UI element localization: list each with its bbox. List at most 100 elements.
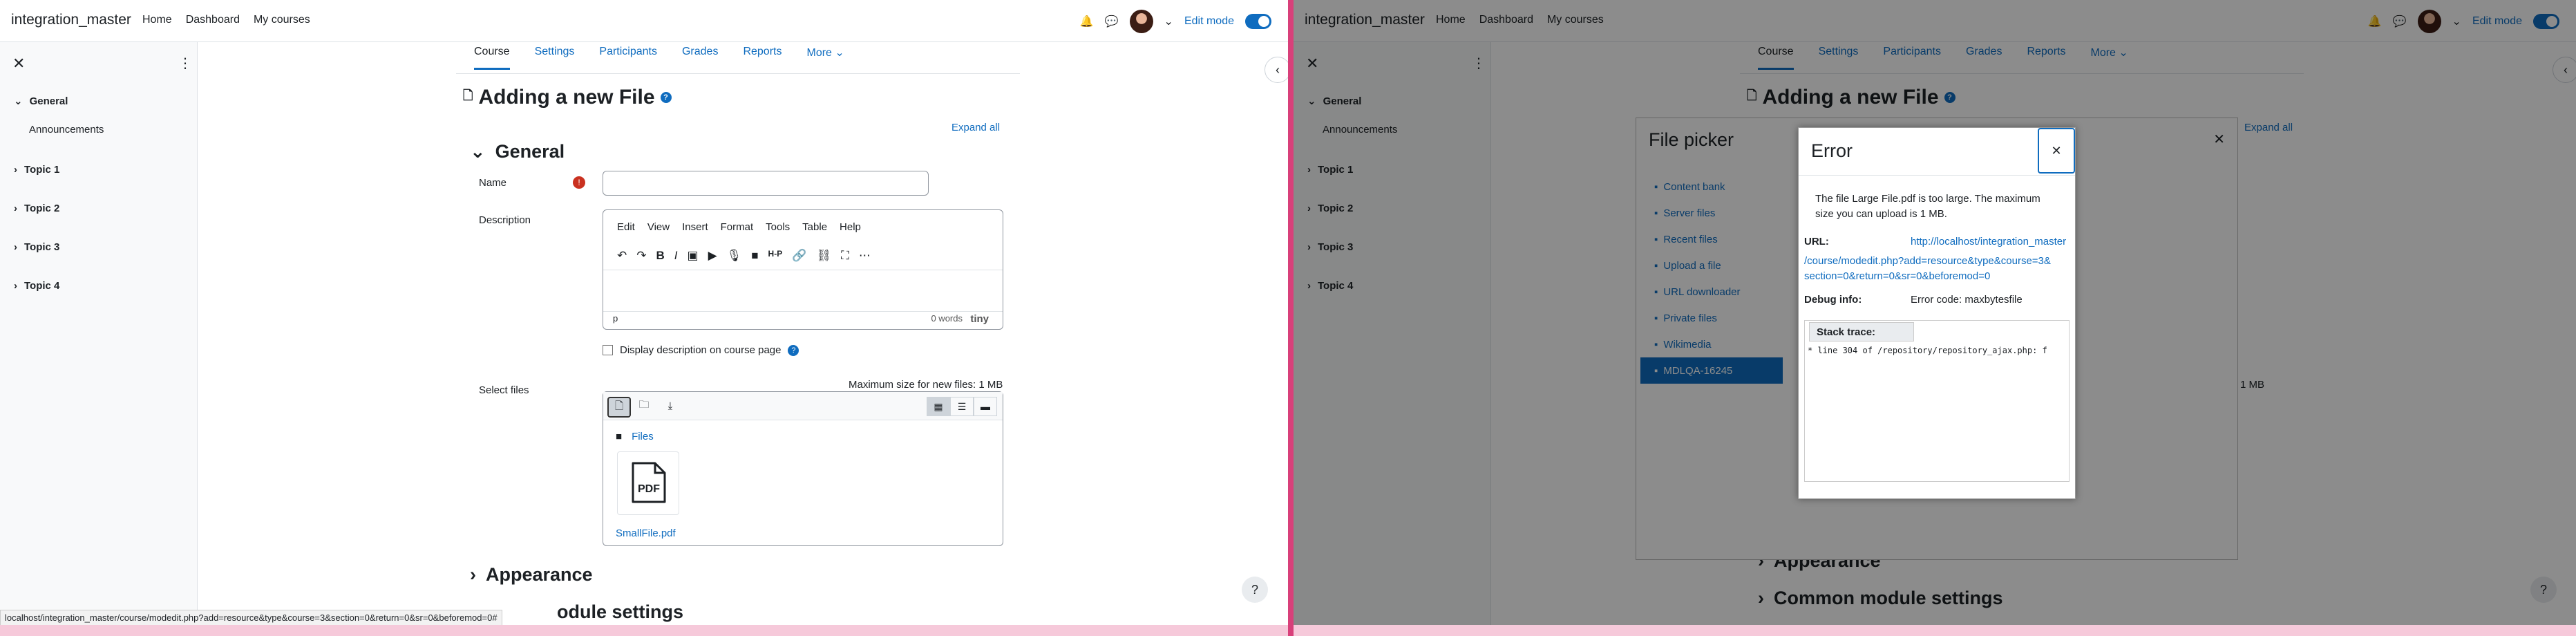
description-editor[interactable]: Edit View Insert Format Tools Table Help… [603, 209, 1003, 330]
edit-mode-toggle[interactable] [1245, 14, 1271, 29]
stack-trace-box[interactable]: Stack trace: * line 304 of /repository/r… [1804, 320, 2070, 482]
navbar-right: 🔔 💬 ⌄ Edit mode [1080, 10, 1271, 33]
course-index-section-topic-4[interactable]: › Topic 4 [14, 280, 59, 292]
name-input[interactable] [603, 171, 929, 196]
video-icon[interactable]: ■ [751, 249, 758, 263]
course-index-item-announcements[interactable]: Announcements [29, 124, 104, 135]
editor-menu-table[interactable]: Table [802, 221, 827, 233]
pdf-icon: PDF [632, 462, 666, 503]
chevron-right-icon: › [14, 203, 17, 214]
italic-icon[interactable]: I [674, 249, 678, 263]
status-bar-url: localhost/integration_master/course/mode… [0, 610, 502, 625]
tab-grades[interactable]: Grades [682, 46, 718, 70]
bold-icon[interactable]: B [656, 249, 665, 263]
edit-mode-label: Edit mode [1184, 15, 1234, 27]
download-icon[interactable]: ⤓ [660, 397, 681, 415]
close-icon[interactable]: ✕ [12, 55, 25, 73]
nav-my-courses[interactable]: My courses [254, 14, 310, 26]
expand-all-link[interactable]: Expand all [951, 122, 1000, 133]
right-browser-pane: integration_master Home Dashboard My cou… [1294, 0, 2576, 625]
error-title: Error [1811, 140, 1853, 161]
stack-trace-line: * line 304 of /repository/repository_aja… [1808, 346, 2047, 355]
pdf-file-icon[interactable]: PDF [617, 451, 679, 515]
debug-info-label: Debug info: [1804, 294, 1862, 306]
more-icon[interactable]: ⋯ [859, 249, 871, 263]
help-icon[interactable]: ? [788, 344, 799, 356]
file-icon: 🗋 [463, 88, 473, 102]
description-label: Description [479, 214, 531, 226]
chevron-down-icon[interactable]: ⌄ [1164, 15, 1173, 28]
editor-menu-view[interactable]: View [647, 221, 670, 233]
tab-reports[interactable]: Reports [743, 46, 782, 70]
editor-menu-tools[interactable]: Tools [766, 221, 790, 233]
editor-menu-help[interactable]: Help [840, 221, 861, 233]
section-common-settings-header[interactable]: odule settings [557, 601, 683, 623]
site-name[interactable]: integration_master [11, 12, 131, 28]
name-label: Name [479, 177, 507, 189]
kebab-menu-icon[interactable]: ⋮ [178, 55, 192, 72]
tabs-underline [456, 73, 1020, 74]
nav-home[interactable]: Home [142, 14, 172, 26]
bell-icon[interactable]: 🔔 [1080, 15, 1094, 28]
microphone-icon[interactable]: 🎙 [727, 249, 742, 263]
tree-view-icon[interactable]: ▬ [974, 397, 997, 416]
editor-toolbar: ↶ ↷ B I ▣ ▶ 🎙 ■ H-P 🔗 ⛓ ⛶ ⋯ [617, 249, 871, 263]
primary-navigation: Home Dashboard My courses [142, 14, 310, 26]
redo-icon[interactable]: ↷ [636, 249, 646, 263]
user-avatar[interactable] [1129, 10, 1153, 33]
fullscreen-icon[interactable]: ⛶ [841, 249, 849, 263]
required-icon: ! [573, 176, 585, 189]
error-close-button[interactable]: ✕ [2038, 128, 2075, 174]
chevron-down-icon: ⌄ [14, 95, 23, 107]
error-url-line-3[interactable]: section=0&return=0&sr=0&beforemod=0 [1804, 270, 1990, 282]
messages-icon[interactable]: 💬 [1105, 15, 1119, 28]
icon-view-icon[interactable]: ▦ [927, 397, 950, 416]
help-icon[interactable]: ? [660, 92, 672, 103]
section-general-header[interactable]: ⌄ General [470, 141, 565, 162]
error-dialog-header: Error ✕ [1799, 128, 2075, 176]
error-url-line-1[interactable]: http://localhost/integration_master [1911, 236, 2066, 247]
editor-status-path: p [613, 313, 618, 324]
tab-more[interactable]: More ⌄ [806, 46, 844, 70]
add-file-icon[interactable]: 🗋 [607, 397, 631, 418]
editor-menu-format[interactable]: Format [721, 221, 754, 233]
course-index-section-general[interactable]: ⌄ General [14, 95, 68, 108]
tab-course[interactable]: Course [474, 46, 510, 70]
file-manager-path: ■ Files [616, 431, 654, 442]
tab-participants[interactable]: Participants [599, 46, 657, 70]
help-button[interactable]: ? [1242, 577, 1268, 603]
course-index-section-topic-2[interactable]: › Topic 2 [14, 203, 59, 214]
file-manager: 🗋 🗀 ⤓ ▦ ☰ ▬ ■ Files PDF SmallFile.pdf [603, 391, 1003, 546]
h5p-icon[interactable]: H-P [768, 249, 783, 263]
path-files-link[interactable]: Files [632, 431, 654, 442]
course-index-drawer: ✕ ⋮ ⌄ General Announcements › Topic 1 › Top… [0, 42, 198, 625]
file-link-smallfile[interactable]: SmallFile.pdf [616, 527, 676, 539]
media-icon[interactable]: ▶ [708, 249, 717, 263]
course-index-section-topic-1[interactable]: › Topic 1 [14, 164, 59, 176]
debug-info-value: Error code: maxbytesfile [1911, 294, 2023, 306]
undo-icon[interactable]: ↶ [617, 249, 627, 263]
list-view-icon[interactable]: ☰ [950, 397, 974, 416]
image-icon[interactable]: ▣ [688, 249, 699, 263]
display-description-row: Display description on course page ? [603, 344, 799, 356]
course-index-section-topic-3[interactable]: › Topic 3 [14, 241, 59, 253]
error-dialog: Error ✕ The file Large File.pdf is too l… [1798, 127, 2076, 499]
error-url-line-2[interactable]: /course/modedit.php?add=resource&type&co… [1804, 255, 2051, 267]
left-browser-pane: integration_master Home Dashboard My cou… [0, 0, 1288, 625]
chevron-right-icon: › [470, 564, 476, 585]
question-icon: ? [1251, 582, 1258, 597]
link-icon[interactable]: 🔗 [792, 249, 806, 263]
editor-menu-edit[interactable]: Edit [617, 221, 635, 233]
tiny-logo: tiny [970, 313, 989, 325]
editor-menu-insert[interactable]: Insert [682, 221, 708, 233]
pane-divider [1288, 0, 1294, 636]
chevron-right-icon: › [14, 280, 17, 292]
page-title: 🗋 Adding a new File ? [463, 86, 672, 109]
display-description-checkbox[interactable] [603, 345, 613, 355]
tab-settings[interactable]: Settings [535, 46, 575, 70]
create-folder-icon[interactable]: 🗀 [634, 397, 654, 415]
block-drawer-toggle[interactable]: ‹ [1265, 57, 1288, 83]
section-appearance-header[interactable]: › Appearance [470, 564, 593, 586]
unlink-icon[interactable]: ⛓ [816, 249, 831, 263]
nav-dashboard[interactable]: Dashboard [186, 14, 240, 26]
